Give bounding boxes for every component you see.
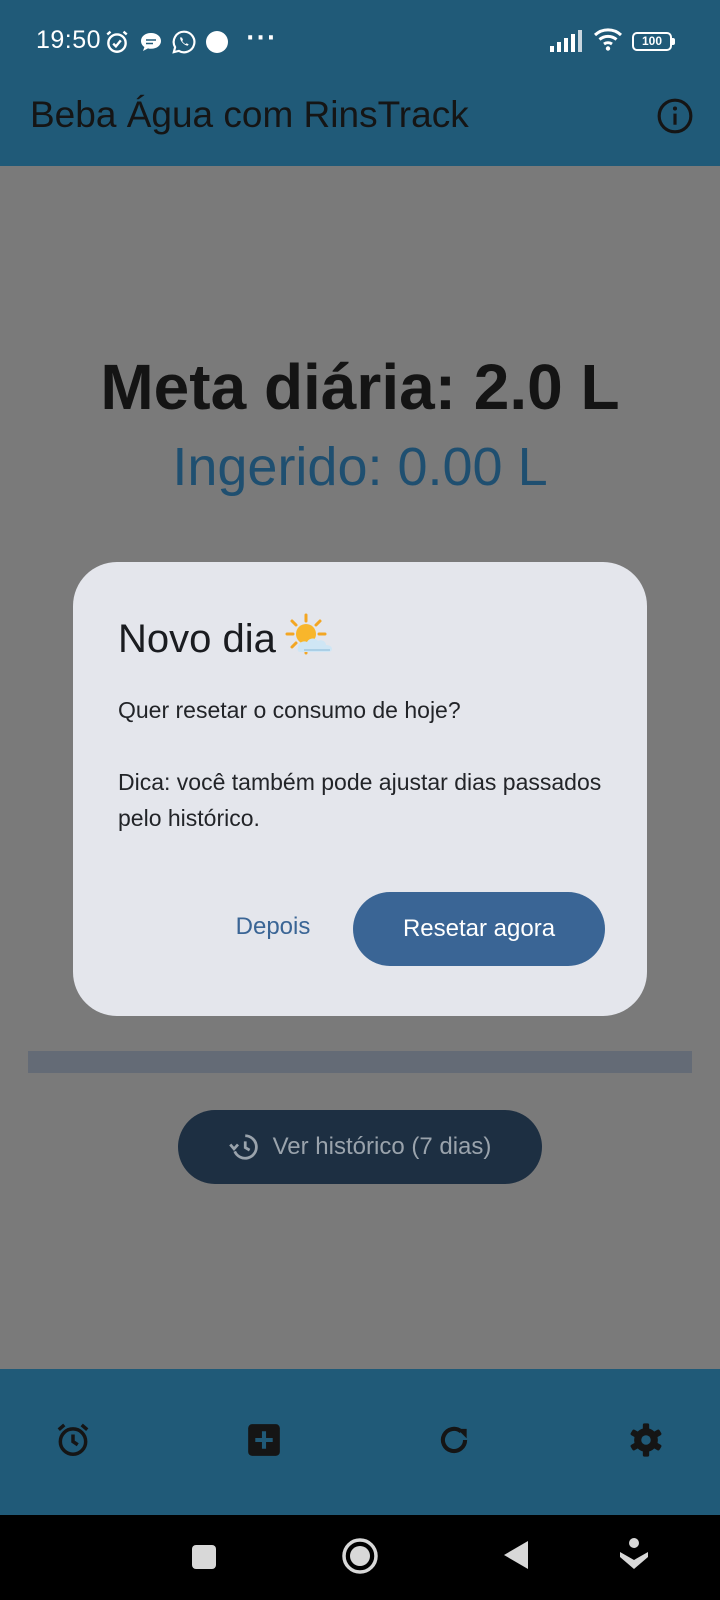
history-button-label: Ver histórico (7 dias)	[272, 1133, 492, 1160]
new-day-dialog: Novo dia Quer resetar o consumo de hoje?…	[73, 562, 647, 1016]
recents-icon[interactable]	[190, 1543, 218, 1575]
signal-icon	[550, 30, 584, 56]
assistant-icon[interactable]	[618, 1537, 650, 1577]
battery-icon: 100	[632, 32, 675, 51]
intake-progress-bar	[28, 1051, 692, 1073]
history-button[interactable]: Ver histórico (7 dias)	[178, 1110, 542, 1184]
sun-behind-cloud-icon	[284, 612, 334, 668]
add-box-icon[interactable]	[245, 1421, 283, 1463]
later-button[interactable]: Depois	[223, 892, 323, 962]
reset-now-button[interactable]: Resetar agora	[353, 892, 605, 966]
alarm-icon[interactable]	[54, 1421, 92, 1463]
bottom-nav	[0, 1369, 720, 1515]
status-bar: 19:50 ··· 100	[0, 0, 720, 80]
dialog-message: Quer resetar o consumo de hoje? Dica: vo…	[118, 692, 608, 836]
dialog-title: Novo dia	[118, 612, 334, 668]
refresh-icon[interactable]	[435, 1421, 473, 1463]
status-time: 19:50	[36, 26, 102, 54]
wifi-icon	[593, 26, 623, 56]
history-icon	[228, 1134, 258, 1160]
settings-icon[interactable]	[627, 1421, 665, 1463]
home-icon[interactable]	[341, 1537, 379, 1579]
alarm-icon	[104, 29, 130, 59]
chat-bubble-icon	[139, 31, 163, 57]
daily-goal: Meta diária: 2.0 L	[100, 351, 620, 423]
notification-dot-icon	[206, 31, 228, 53]
more-icon: ···	[246, 26, 278, 51]
dialog-tip: Dica: você também pode ajustar dias pass…	[118, 769, 602, 831]
whatsapp-icon	[171, 29, 197, 59]
dialog-question: Quer resetar o consumo de hoje?	[118, 697, 461, 723]
info-icon[interactable]	[656, 97, 694, 139]
system-nav-bar	[0, 1515, 720, 1600]
ingested-amount: Ingerido: 0.00 L	[172, 437, 548, 497]
app-title: Beba Água com RinsTrack	[30, 94, 469, 135]
app-bar: Beba Água com RinsTrack	[0, 80, 720, 166]
dialog-title-text: Novo dia	[118, 617, 276, 661]
back-icon[interactable]	[502, 1539, 530, 1575]
